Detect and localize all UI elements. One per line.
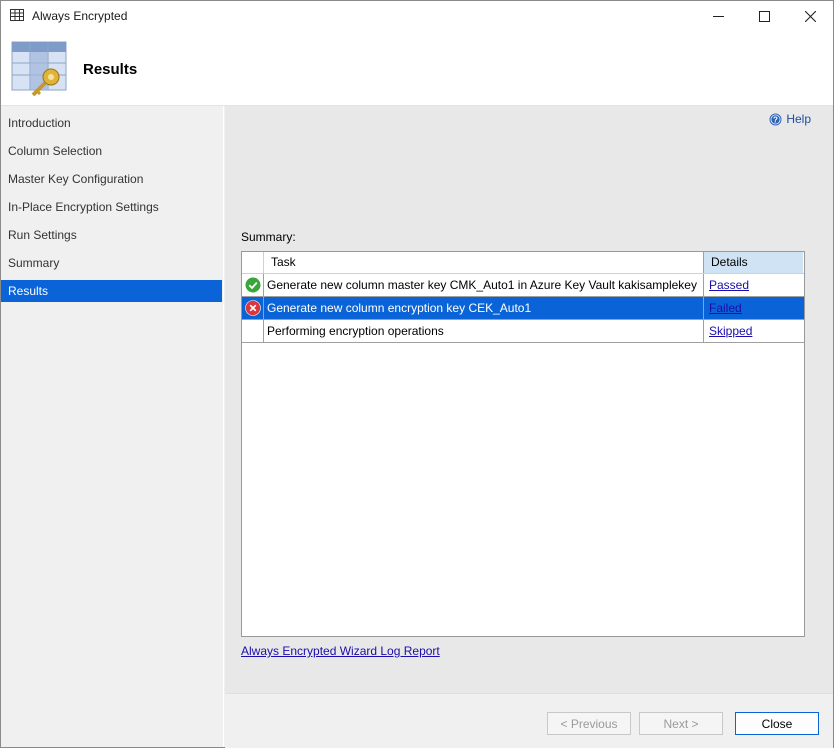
title-bar[interactable]: Always Encrypted [1,1,833,31]
sidebar-item-column-selection[interactable]: Column Selection [1,140,222,162]
wizard-footer: < Previous Next > Close [225,693,833,748]
sidebar-item-introduction[interactable]: Introduction [1,112,222,134]
sidebar-item-run-settings[interactable]: Run Settings [1,224,222,246]
table-row[interactable]: Performing encryption operations Skipped [242,320,804,343]
log-report-link[interactable]: Always Encrypted Wizard Log Report [241,644,440,658]
table-row[interactable]: Generate new column encryption key CEK_A… [242,297,804,320]
svg-text:?: ? [773,115,778,124]
help-label: Help [786,112,811,126]
table-row[interactable]: Generate new column master key CMK_Auto1… [242,274,804,297]
sidebar-item-summary[interactable]: Summary [1,252,222,274]
results-panel: ? Help Summary: Task Details Generate ne… [225,106,833,693]
grid-header: Task Details [242,252,804,274]
details-column-header[interactable]: Details [703,252,803,273]
wizard-steps-sidebar: Introduction Column Selection Master Key… [1,106,224,747]
sidebar-item-results[interactable]: Results [1,280,222,302]
maximize-button[interactable] [741,1,787,31]
detail-link-skipped[interactable]: Skipped [709,324,752,338]
status-column-header [242,252,264,273]
row-detail-cell: Passed [703,274,803,296]
detail-link-failed[interactable]: Failed [709,301,742,315]
task-column-header[interactable]: Task [271,252,296,273]
summary-label: Summary: [241,230,296,244]
close-window-button[interactable] [787,1,833,31]
maximize-icon [758,10,770,22]
row-detail-cell: Failed [703,297,803,319]
success-check-icon [245,277,260,293]
next-button[interactable]: Next > [639,712,723,735]
sidebar-item-master-key-configuration[interactable]: Master Key Configuration [1,168,222,190]
wizard-header: Results [1,31,833,106]
row-status-cell [242,274,264,296]
minimize-button[interactable] [695,1,741,31]
close-button[interactable]: Close [735,712,819,735]
help-link[interactable]: ? Help [769,112,811,126]
row-task: Generate new column encryption key CEK_A… [267,301,532,315]
error-x-icon [244,300,261,316]
close-icon [804,10,816,22]
previous-button[interactable]: < Previous [547,712,631,735]
detail-link-passed[interactable]: Passed [709,278,749,292]
minimize-icon [712,15,724,17]
row-task: Performing encryption operations [267,324,444,338]
row-status-cell [242,297,264,319]
wizard-window: Always Encrypted Results Introduction Co… [0,0,834,748]
page-title: Results [83,61,138,78]
encrypted-table-key-icon [11,41,67,97]
table-grid-icon [10,9,24,21]
row-status-cell [242,320,264,342]
help-icon: ? [769,113,782,125]
sidebar-item-in-place-encryption-settings[interactable]: In-Place Encryption Settings [1,196,222,218]
window-title: Always Encrypted [32,9,128,23]
results-grid: Task Details Generate new column master … [241,251,805,637]
row-detail-cell: Skipped [703,320,803,342]
row-task: Generate new column master key CMK_Auto1… [267,278,697,292]
